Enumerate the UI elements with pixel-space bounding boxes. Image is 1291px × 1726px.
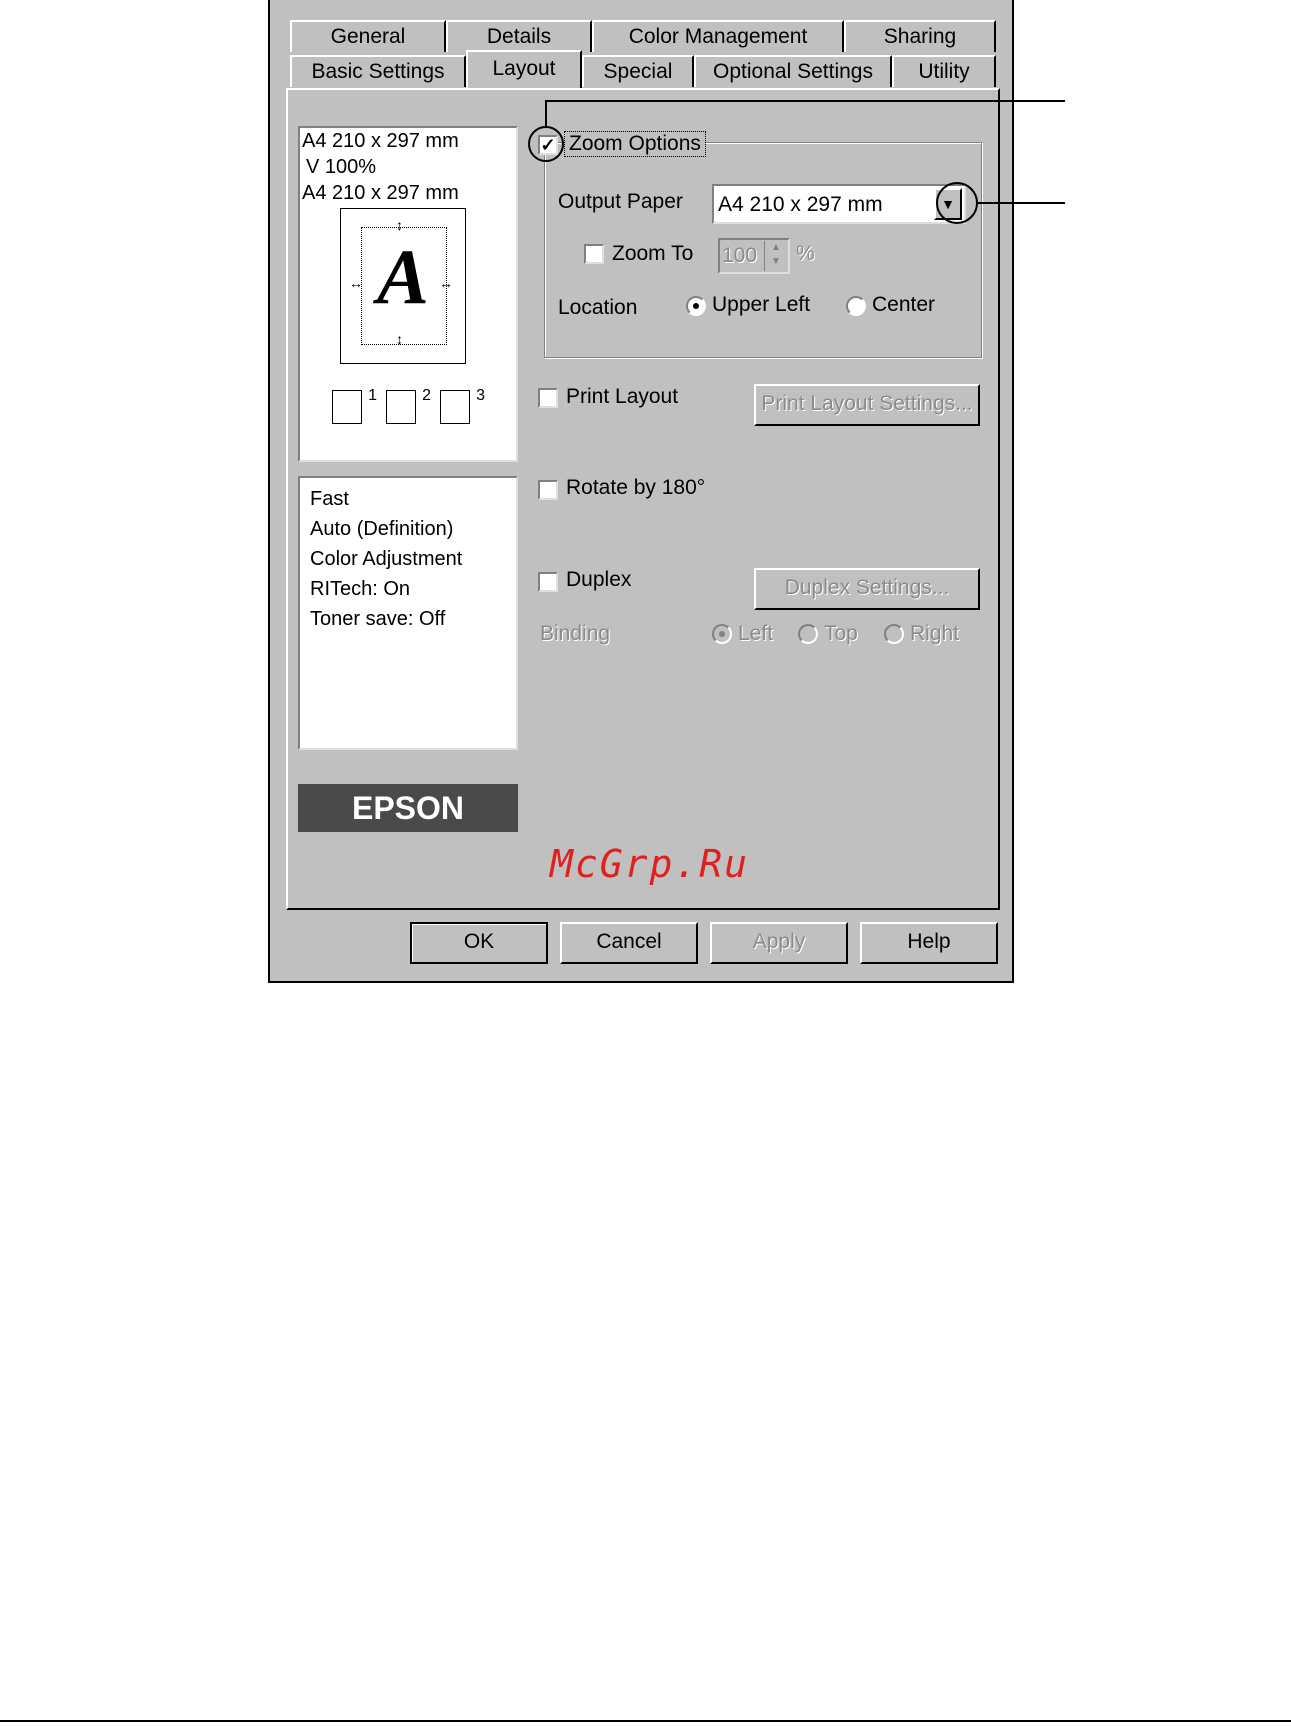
- duplex-label: Duplex: [566, 568, 632, 591]
- summary-line: RITech: On: [310, 578, 411, 600]
- location-label: Location: [558, 296, 638, 319]
- binding-right-label: Right: [910, 622, 960, 645]
- zoom-to-label: Zoom To: [612, 242, 694, 265]
- output-paper-value: A4 210 x 297 mm: [718, 193, 883, 216]
- watermark: McGrp.Ru: [550, 842, 750, 886]
- binding-left-label: Left: [738, 622, 774, 645]
- output-paper-select[interactable]: A4 210 x 297 mm ▼: [712, 184, 966, 224]
- cancel-button[interactable]: Cancel: [560, 922, 698, 964]
- binding-right-radio[interactable]: [884, 624, 904, 644]
- rotate-label: Rotate by 180°: [566, 476, 706, 499]
- location-upper-left-radio[interactable]: [686, 296, 706, 316]
- tab-sharing[interactable]: Sharing: [844, 20, 996, 52]
- tab-optional-settings[interactable]: Optional Settings: [694, 55, 892, 87]
- summary-line: Color Adjustment: [310, 548, 463, 570]
- zoom-value-stepper: 100 ▲ ▼: [718, 238, 790, 274]
- print-layout-label: Print Layout: [566, 385, 679, 408]
- ok-button[interactable]: OK: [410, 922, 548, 964]
- binding-top-label: Top: [824, 622, 858, 645]
- tab-utility[interactable]: Utility: [892, 55, 996, 87]
- tab-basic-settings[interactable]: Basic Settings: [290, 55, 466, 87]
- tab-details[interactable]: Details: [446, 20, 592, 52]
- summary-line: Auto (Definition): [310, 518, 454, 540]
- apply-button[interactable]: Apply: [710, 922, 848, 964]
- location-center-label: Center: [872, 293, 936, 316]
- location-upper-left-label: Upper Left: [712, 293, 811, 316]
- tab-special[interactable]: Special: [582, 55, 694, 87]
- tab-layout[interactable]: Layout: [466, 50, 582, 88]
- settings-summary: Fast Auto (Definition) Color Adjustment …: [298, 476, 518, 750]
- output-paper-label: Output Paper: [558, 190, 683, 213]
- location-center-radio[interactable]: [846, 296, 866, 316]
- tab-general[interactable]: General: [290, 20, 446, 52]
- preview-paper-size: A4 210 x 297 mm: [302, 130, 459, 152]
- tab-color-management[interactable]: Color Management: [592, 20, 844, 52]
- binding-left-radio[interactable]: [712, 624, 732, 644]
- zoom-unit: %: [796, 242, 815, 265]
- print-layout-settings-button[interactable]: Print Layout Settings...: [754, 384, 980, 426]
- summary-line: Toner save: Off: [310, 608, 446, 630]
- zoom-value: 100: [722, 244, 758, 267]
- rotate-checkbox[interactable]: [538, 480, 558, 500]
- help-button[interactable]: Help: [860, 922, 998, 964]
- zoom-to-checkbox[interactable]: [584, 244, 604, 264]
- page-bottom-rule: [0, 1720, 1291, 1722]
- preview-page: A ↕ ↕ ↔ ↔: [340, 208, 466, 364]
- callout-line: [545, 100, 1065, 102]
- binding-label: Binding: [540, 622, 611, 645]
- binding-top-radio[interactable]: [798, 624, 818, 644]
- callout-line: [545, 100, 547, 128]
- summary-line: Fast: [310, 488, 349, 510]
- duplex-settings-button[interactable]: Duplex Settings...: [754, 568, 980, 610]
- printer-properties-dialog: General Details Color Management Sharing…: [268, 0, 1014, 983]
- callout-circle-dropdown: [936, 182, 978, 224]
- print-layout-checkbox[interactable]: [538, 388, 558, 408]
- callout-circle-checkbox: [528, 126, 564, 162]
- copy-2-icon: 2: [386, 387, 431, 424]
- zoom-options-label: Zoom Options: [564, 131, 706, 157]
- layout-tab-panel: A4 210 x 297 mm V 100% A4 210 x 297 mm A…: [286, 88, 1000, 910]
- copy-1-icon: 1: [332, 387, 377, 424]
- copy-3-icon: 3: [440, 387, 485, 424]
- duplex-checkbox[interactable]: [538, 572, 558, 592]
- layout-preview: A4 210 x 297 mm V 100% A4 210 x 297 mm A…: [298, 126, 518, 462]
- callout-line: [978, 202, 1065, 204]
- preview-output-size: A4 210 x 297 mm: [302, 182, 459, 204]
- preview-zoom: V 100%: [306, 156, 377, 178]
- epson-logo: EPSON: [298, 784, 518, 832]
